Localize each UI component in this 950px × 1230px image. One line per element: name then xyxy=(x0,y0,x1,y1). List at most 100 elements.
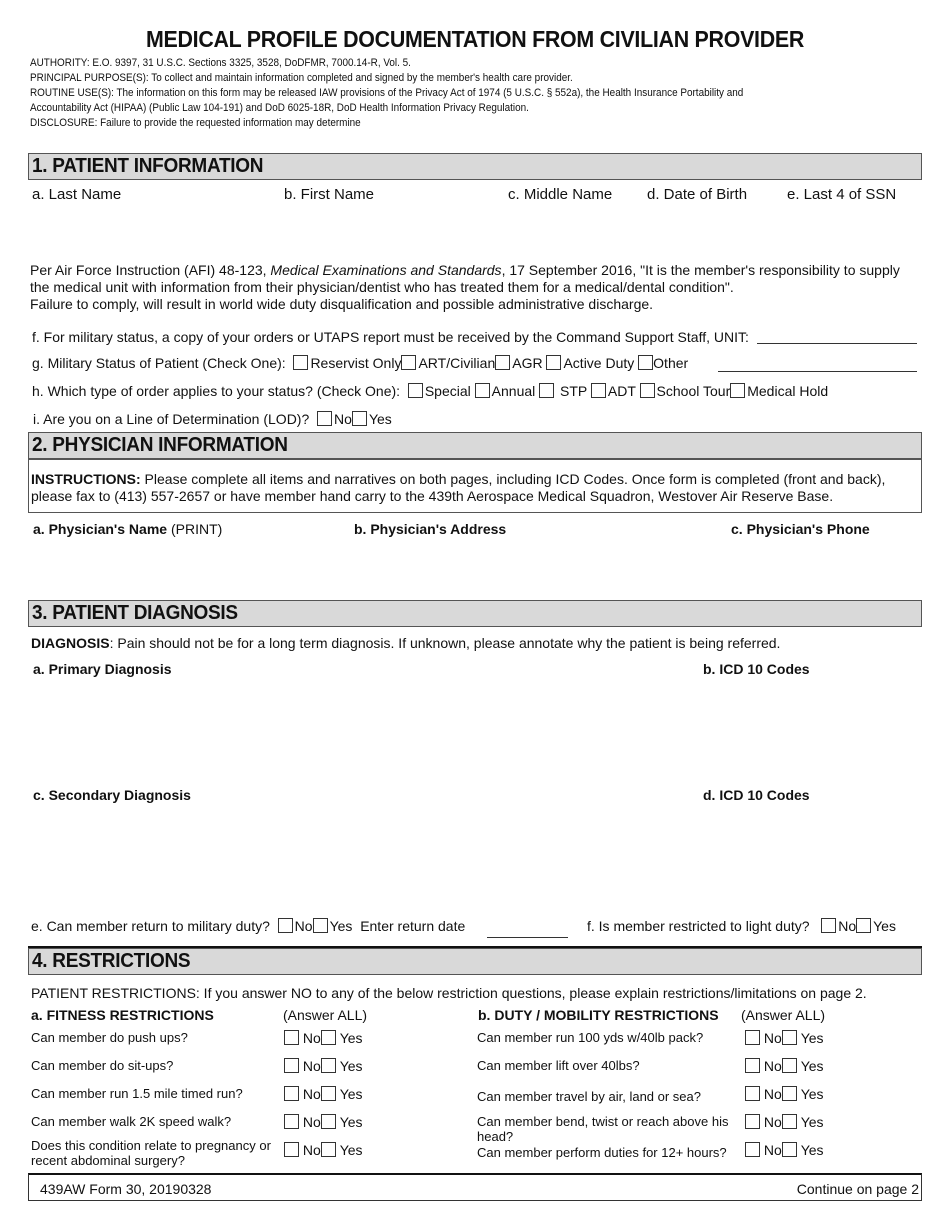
last-4-ssn-field[interactable] xyxy=(787,206,917,246)
checkbox-bend-yes[interactable] xyxy=(781,1114,797,1129)
checkbox-medical-hold[interactable] xyxy=(730,383,746,398)
checkbox-stp[interactable] xyxy=(539,383,555,398)
option-label: Medical Hold xyxy=(747,383,829,399)
checkbox-adt[interactable] xyxy=(590,383,606,398)
duty-question-run-pack: Can member run 100 yds w/40lb pack? xyxy=(477,1030,704,1045)
physician-name-field[interactable] xyxy=(33,540,333,595)
checkbox-lift-no[interactable] xyxy=(745,1058,760,1073)
checkbox-push-ups-yes[interactable] xyxy=(320,1030,336,1045)
checkbox-light-duty-yes[interactable] xyxy=(856,918,872,933)
instructions-text: Please complete all items and narratives… xyxy=(140,471,886,487)
unit-label: f. For military status, a copy of your o… xyxy=(32,329,749,345)
checkbox-pregnancy-yes[interactable] xyxy=(320,1142,336,1157)
icd-codes-secondary-field[interactable] xyxy=(703,806,918,906)
checkbox-sit-ups-yes[interactable] xyxy=(320,1058,336,1073)
last-4-ssn-label: e. Last 4 of SSN xyxy=(787,186,897,203)
checkbox-active-duty[interactable] xyxy=(546,355,562,370)
checkbox-run-pack-no[interactable] xyxy=(745,1030,760,1045)
no-label: No xyxy=(763,1114,782,1130)
privacy-authority: AUTHORITY: E.O. 9397, 31 U.S.C. Sections… xyxy=(30,57,411,69)
checkbox-lod-no[interactable] xyxy=(317,411,333,426)
unit-input[interactable] xyxy=(757,343,917,344)
first-name-field[interactable] xyxy=(284,206,494,246)
duty-question-12-hours: Can member perform duties for 12+ hours? xyxy=(477,1145,727,1160)
pregnancy-answer: No Yes xyxy=(284,1142,363,1158)
primary-diagnosis-field[interactable] xyxy=(33,680,683,780)
checkbox-push-ups-no[interactable] xyxy=(284,1030,299,1045)
option-label: Annual xyxy=(491,383,536,399)
checkbox-run-yes[interactable] xyxy=(320,1086,336,1101)
physician-address-field[interactable] xyxy=(354,540,714,595)
walk-answer: No Yes xyxy=(284,1114,363,1130)
checkbox-lod-yes[interactable] xyxy=(351,411,367,426)
afi-notice-line2: the medical unit with information from t… xyxy=(30,279,734,295)
duty-answer-all: (Answer ALL) xyxy=(741,1007,826,1023)
run-pack-answer: No Yes xyxy=(745,1030,824,1046)
duty-restrictions-heading: b. DUTY / MOBILITY RESTRICTIONS xyxy=(478,1007,719,1023)
checkbox-walk-yes[interactable] xyxy=(320,1114,336,1129)
afi-title: Medical Examinations and Standards xyxy=(270,262,502,278)
no-label: No xyxy=(763,1030,782,1046)
checkbox-run-pack-yes[interactable] xyxy=(781,1030,797,1045)
checkbox-special[interactable] xyxy=(407,383,423,398)
privacy-purpose: PRINCIPAL PURPOSE(S): To collect and mai… xyxy=(30,72,573,84)
option-label: Yes xyxy=(873,918,896,934)
fitness-question-walk: Can member walk 2K speed walk? xyxy=(31,1114,232,1129)
form-footer: 439AW Form 30, 20190328 Continue on page… xyxy=(28,1173,922,1201)
date-of-birth-field[interactable] xyxy=(647,206,777,246)
light-duty-row: f. Is member restricted to light duty? N… xyxy=(587,918,896,934)
fitness-question-sit-ups: Can member do sit-ups? xyxy=(31,1058,174,1073)
checkbox-12-hours-yes[interactable] xyxy=(781,1142,797,1157)
return-date-input[interactable] xyxy=(487,937,568,938)
icd-codes-primary-field[interactable] xyxy=(703,680,918,780)
checkbox-walk-no[interactable] xyxy=(284,1114,299,1129)
afi-text: Per Air Force Instruction (AFI) 48-123, xyxy=(30,262,271,278)
checkbox-return-duty-no[interactable] xyxy=(277,918,293,933)
checkbox-travel-yes[interactable] xyxy=(781,1086,797,1101)
primary-diagnosis-label: a. Primary Diagnosis xyxy=(33,661,172,677)
military-status-label: g. Military Status of Patient (Check One… xyxy=(32,355,286,371)
physician-phone-label: c. Physician's Phone xyxy=(731,521,870,537)
yes-label: Yes xyxy=(339,1058,363,1074)
checkbox-12-hours-no[interactable] xyxy=(745,1142,760,1157)
checkbox-light-duty-no[interactable] xyxy=(821,918,837,933)
checkbox-travel-no[interactable] xyxy=(745,1086,760,1101)
order-type-label: h. Which type of order applies to your s… xyxy=(32,383,401,399)
no-label: No xyxy=(763,1058,782,1074)
physician-address-label: b. Physician's Address xyxy=(354,521,507,537)
middle-name-field[interactable] xyxy=(508,206,638,246)
other-status-input[interactable] xyxy=(718,371,917,372)
option-label: School Tour xyxy=(656,383,731,399)
checkbox-run-no[interactable] xyxy=(284,1086,299,1101)
travel-answer: No Yes xyxy=(745,1086,824,1102)
run-answer: No Yes xyxy=(284,1086,363,1102)
checkbox-school-tour[interactable] xyxy=(639,383,655,398)
checkbox-pregnancy-no[interactable] xyxy=(284,1142,299,1157)
checkbox-art-civilian[interactable] xyxy=(401,355,417,370)
option-label: Yes xyxy=(329,918,353,934)
checkbox-reservist-only[interactable] xyxy=(293,355,309,370)
physician-phone-field[interactable] xyxy=(731,540,916,595)
checkbox-return-duty-yes[interactable] xyxy=(312,918,328,933)
last-name-field[interactable] xyxy=(32,206,272,246)
no-label: No xyxy=(302,1142,321,1158)
instructions-label: INSTRUCTIONS: xyxy=(31,471,141,487)
checkbox-agr[interactable] xyxy=(495,355,511,370)
section-title: 1. PATIENT INFORMATION xyxy=(32,155,264,177)
last-name-label: a. Last Name xyxy=(32,186,122,203)
checkbox-other[interactable] xyxy=(638,355,654,370)
checkbox-lift-yes[interactable] xyxy=(781,1058,797,1073)
lift-answer: No Yes xyxy=(745,1058,824,1074)
no-label: No xyxy=(302,1114,321,1130)
yes-label: Yes xyxy=(339,1086,363,1102)
option-label: Yes xyxy=(368,411,392,427)
lod-row: i. Are you on a Line of Determination (L… xyxy=(33,411,392,427)
physician-name-label: a. Physician's Name (PRINT) xyxy=(33,521,222,537)
option-label: No xyxy=(838,918,857,934)
secondary-diagnosis-field[interactable] xyxy=(33,806,683,906)
duty-question-bend-cont: head? xyxy=(477,1129,514,1144)
checkbox-bend-no[interactable] xyxy=(745,1114,760,1129)
option-label: ART/Civilian xyxy=(418,355,496,371)
checkbox-sit-ups-no[interactable] xyxy=(284,1058,299,1073)
checkbox-annual[interactable] xyxy=(474,383,490,398)
